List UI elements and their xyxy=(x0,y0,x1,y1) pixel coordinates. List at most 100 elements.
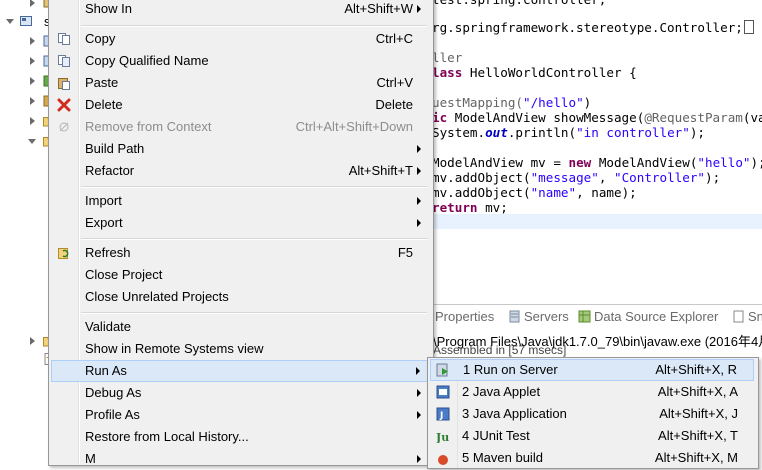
code-line: test.spring.controller; xyxy=(432,0,606,7)
code-token: @RequestParam xyxy=(644,110,743,125)
menu-item-copy[interactable]: Copy Ctrl+C xyxy=(51,28,429,50)
menu-separator xyxy=(81,25,427,27)
code-token: return xyxy=(432,200,486,215)
tab-data-source-explorer[interactable]: Data Source Explorer xyxy=(578,309,718,324)
submenu-arrow-icon xyxy=(417,455,421,463)
code-line: ller xyxy=(432,50,462,65)
menu-item-label: 4 JUnit Test xyxy=(462,428,530,443)
submenu-arrow-icon xyxy=(417,389,421,397)
menu-item-remove-from-context[interactable]: Remove from Context Ctrl+Alt+Shift+Down xyxy=(51,116,429,138)
java-applet-icon xyxy=(436,385,450,399)
menu-item-close-unrelated-projects[interactable]: Close Unrelated Projects xyxy=(51,286,429,308)
menu-item-shortcut: Alt+Shift+T xyxy=(348,163,413,178)
code-token: new xyxy=(568,155,599,170)
collapsed-arrow-icon[interactable] xyxy=(30,37,35,45)
expanded-arrow-icon[interactable] xyxy=(6,19,14,24)
menu-item-label: 5 Maven build xyxy=(462,450,543,465)
collapsed-arrow-icon[interactable] xyxy=(30,337,35,345)
collapsed-arrow-icon[interactable] xyxy=(30,97,35,105)
submenu-item-run-on-server[interactable]: 1 Run on Server Alt+Shift+X, R xyxy=(430,359,754,381)
code-line: mv.addObject("name", name); xyxy=(432,185,637,200)
code-line: ic ModelAndView showMessage(@RequestPara… xyxy=(432,110,762,125)
code-token: , name); xyxy=(576,185,637,200)
current-line-highlight xyxy=(432,214,762,229)
folded-code-marker[interactable] xyxy=(743,20,754,34)
submenu-item-java-applet[interactable]: 2 Java Applet Alt+Shift+X, A xyxy=(430,381,754,403)
data-source-icon xyxy=(578,310,591,323)
menu-item-label: Validate xyxy=(85,319,132,334)
tab-label: Data Source Explorer xyxy=(594,309,719,324)
menu-item-shortcut: Ctrl+V xyxy=(376,75,413,90)
code-token: ) xyxy=(583,95,592,110)
snippets-icon xyxy=(733,310,744,323)
menu-item-label: Restore from Local History... xyxy=(85,429,249,444)
collapsed-arrow-icon[interactable] xyxy=(30,0,35,7)
menu-item-import[interactable]: Import xyxy=(51,190,429,212)
submenu-arrow-icon xyxy=(417,145,421,153)
panel-separator xyxy=(432,282,762,304)
menu-item-label: Export xyxy=(85,215,123,230)
menu-item-shortcut: Delete xyxy=(375,97,413,112)
svg-text:Ju: Ju xyxy=(436,431,449,443)
menu-item-run-as[interactable]: Run As xyxy=(51,360,429,382)
menu-item-refresh[interactable]: Refresh F5 xyxy=(51,242,429,264)
menu-item-debug-as[interactable]: Debug As xyxy=(51,382,429,404)
collapsed-arrow-icon[interactable] xyxy=(30,117,35,125)
tab-label: Properties xyxy=(435,309,495,324)
menu-item-label: 3 Java Application xyxy=(462,406,567,421)
menu-item-shortcut: Alt+Shift+X, M xyxy=(654,450,738,465)
collapsed-arrow-icon[interactable] xyxy=(30,77,35,85)
code-token: ModelAndView showMessage( xyxy=(454,110,645,125)
menu-item-close-project[interactable]: Close Project xyxy=(51,264,429,286)
code-token: uestMapping( xyxy=(432,95,523,110)
menu-item-export[interactable]: Export xyxy=(51,212,429,234)
code-token: ); xyxy=(689,125,705,140)
collapsed-arrow-icon[interactable] xyxy=(30,57,35,65)
submenu-arrow-icon xyxy=(417,411,421,419)
menu-separator xyxy=(81,238,427,240)
menu-item-validate[interactable]: Validate xyxy=(51,316,429,338)
expanded-arrow-icon[interactable] xyxy=(28,139,36,144)
menu-item-delete[interactable]: Delete Delete xyxy=(51,94,429,116)
submenu-item-maven-build[interactable]: 5 Maven build Alt+Shift+X, M xyxy=(430,447,754,469)
menu-item-label: 1 Run on Server xyxy=(463,362,558,377)
menu-item-show-in-remote-systems-view[interactable]: Show in Remote Systems view xyxy=(51,338,429,360)
menu-item-label: 2 Java Applet xyxy=(462,384,541,399)
code-line: System.out.println("in controller"); xyxy=(432,125,705,140)
code-token: ModelAndView( xyxy=(598,155,698,170)
menu-item-show-in[interactable]: Show In Alt+Shift+W xyxy=(51,0,429,20)
code-line: lass HelloWorldController { xyxy=(432,65,637,80)
menu-item-restore-from-local-history[interactable]: Restore from Local History... xyxy=(51,426,429,448)
tab-snippets[interactable]: Sn xyxy=(732,309,762,324)
menu-item-label: Paste xyxy=(85,75,119,90)
submenu-item-junit-test[interactable]: Ju 4 JUnit Test Alt+Shift+X, T xyxy=(430,425,754,447)
refresh-icon xyxy=(58,248,69,259)
menu-item-build-path[interactable]: Build Path xyxy=(51,138,429,160)
context-menu: Show In Alt+Shift+W Copy Ctrl+C Copy Qua… xyxy=(48,0,434,466)
menu-item-refactor[interactable]: Refactor Alt+Shift+T xyxy=(51,160,429,182)
menu-item-label: Remove from Context xyxy=(85,119,212,134)
code-token: "hello" xyxy=(697,155,751,170)
code-token: rg.springframework.stereotype.Controller… xyxy=(432,20,743,35)
menu-item-shortcut: Alt+Shift+X, R xyxy=(655,362,737,377)
menu-item-shortcut: Alt+Shift+X, J xyxy=(659,406,738,421)
tab-label: Servers xyxy=(524,309,569,324)
code-line: rg.springframework.stereotype.Controller… xyxy=(432,20,754,35)
menu-item-profile-as[interactable]: Profile As xyxy=(51,404,429,426)
menu-item-label: Close Project xyxy=(85,267,163,282)
submenu-item-java-application[interactable]: J 3 Java Application Alt+Shift+X, J xyxy=(430,403,754,425)
menu-item-paste[interactable]: Paste Ctrl+V xyxy=(51,72,429,94)
servers-icon xyxy=(509,310,520,323)
menu-item-copy-qualified-name[interactable]: Copy Qualified Name xyxy=(51,50,429,72)
tab-servers[interactable]: Servers xyxy=(508,309,569,324)
code-editor[interactable]: test.spring.controller; rg.springframewo… xyxy=(432,0,762,282)
menu-item-shortcut: Ctrl+C xyxy=(375,31,413,46)
tab-properties[interactable]: Properties xyxy=(435,309,494,324)
menu-item-shortcut: Ctrl+Alt+Shift+Down xyxy=(295,119,413,134)
copy-icon xyxy=(58,33,70,45)
maven-icon xyxy=(438,455,448,465)
menu-item-maven[interactable]: M xyxy=(51,448,429,470)
code-token: "name" xyxy=(530,185,577,200)
menu-item-shortcut: F5 xyxy=(397,245,413,260)
code-token: , xyxy=(598,170,614,185)
